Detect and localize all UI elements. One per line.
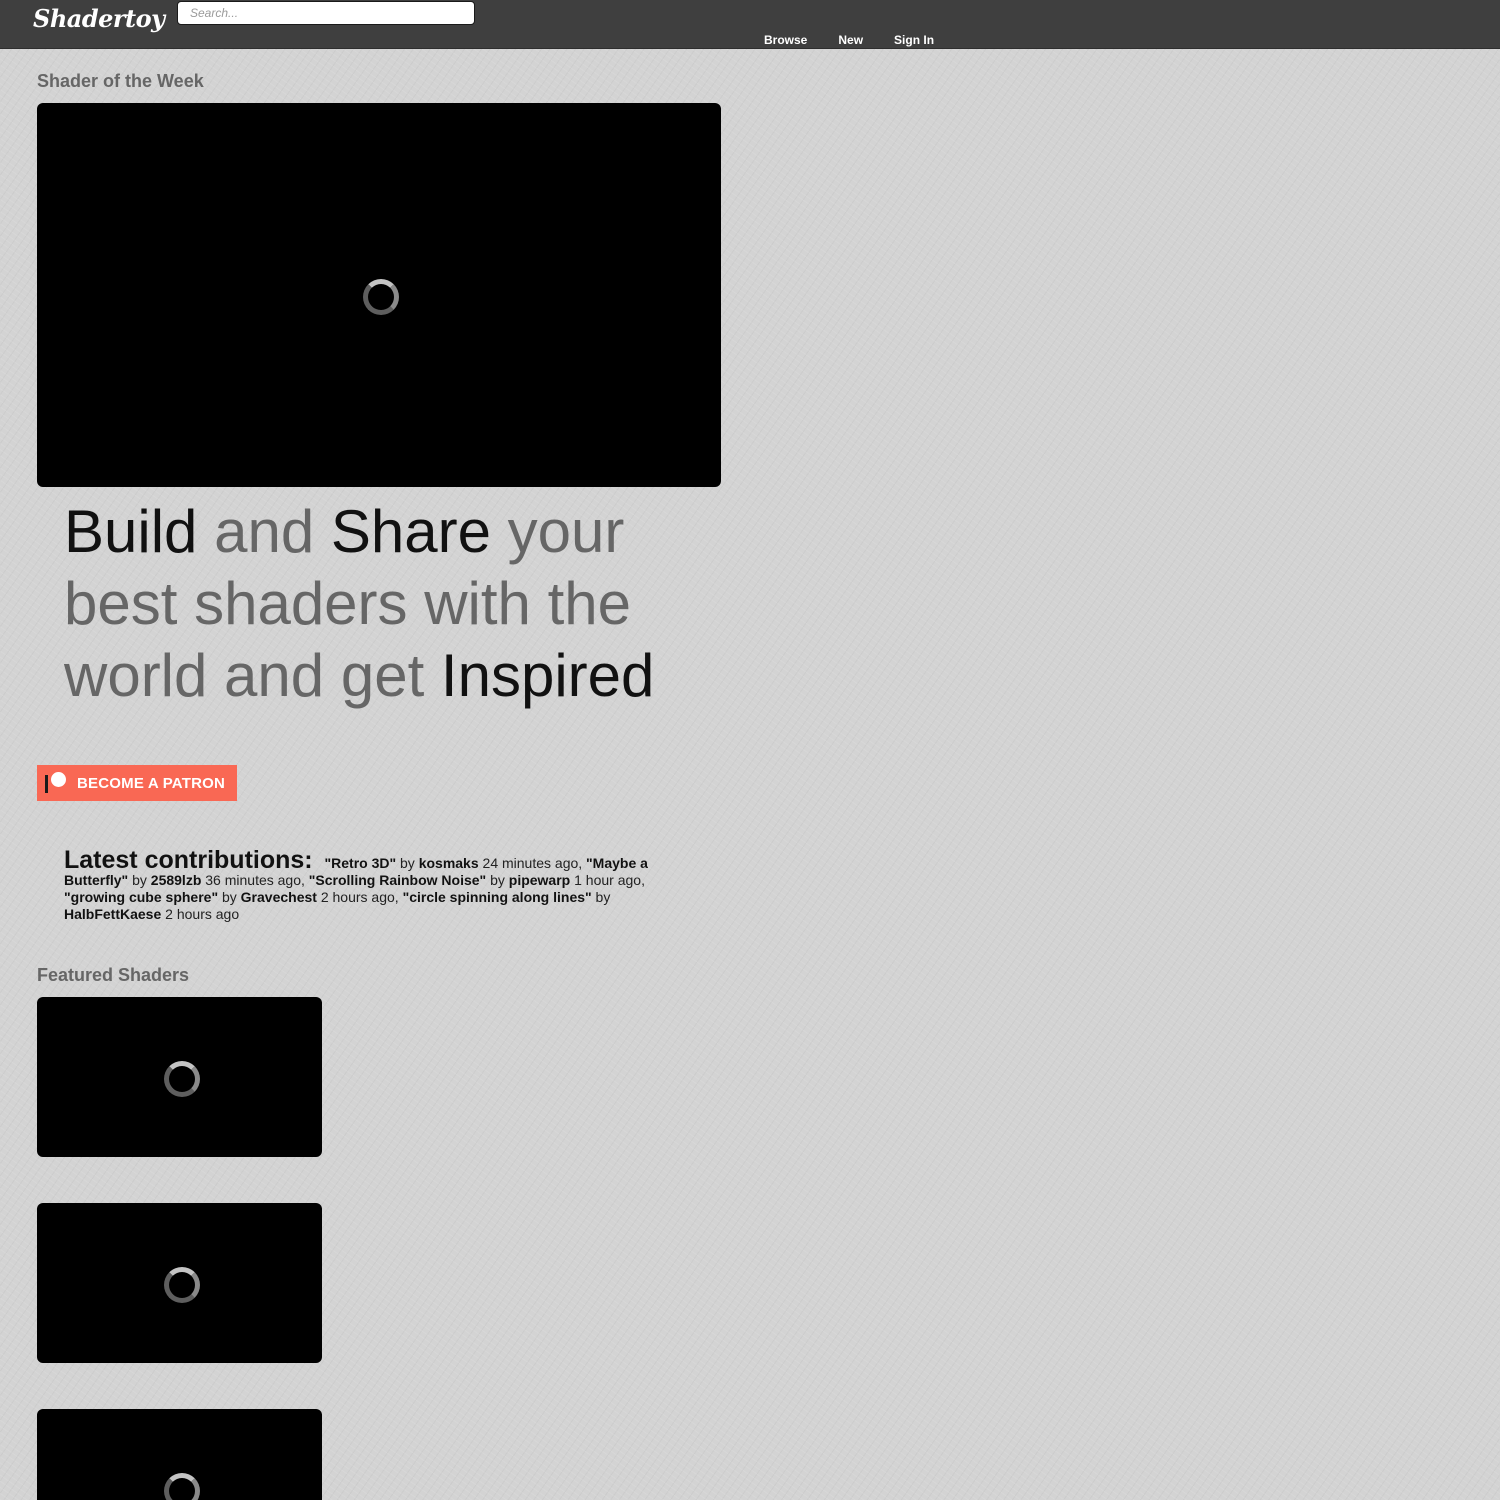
contribution-author-link[interactable]: 2589lzb (151, 872, 202, 888)
contribution-time: 24 minutes ago (482, 855, 579, 871)
featured-shader-thumbnail[interactable] (37, 1409, 322, 1500)
contribution-author-link[interactable]: pipewarp (509, 872, 570, 888)
top-bar: Shadertoy Browse New Sign In (0, 0, 1500, 49)
shadertoy-logo[interactable]: Shadertoy (33, 4, 165, 33)
contribution-author-link[interactable]: kosmaks (419, 855, 479, 871)
nav-new-link[interactable]: New (838, 33, 863, 47)
contribution-time: 2 hours ago (165, 906, 240, 922)
by-label: by (400, 855, 415, 871)
contribution-author-link[interactable]: HalbFettKaese (64, 906, 161, 922)
contribution-time: 1 hour ago (574, 872, 642, 888)
by-label: by (595, 889, 611, 905)
contribution-time: 36 minutes ago (205, 872, 301, 888)
featured-shader-thumbnail[interactable] (37, 997, 322, 1157)
nav-sign-in-link[interactable]: Sign In (894, 33, 934, 47)
featured-shaders-title: Featured Shaders (37, 965, 190, 985)
contribution-author-link[interactable]: Gravechest (241, 889, 317, 905)
tagline: Build and Share your best shaders with t… (64, 496, 704, 712)
nav-browse-link[interactable]: Browse (764, 33, 807, 47)
tagline-word-inspired: Inspired (440, 642, 655, 709)
shader-of-the-week-player[interactable] (37, 103, 721, 487)
become-a-patron-label: BECOME A PATRON (77, 774, 225, 792)
patreon-icon (45, 772, 67, 794)
contribution-shader-link[interactable]: "Retro 3D" (325, 855, 397, 871)
contribution-time: 2 hours ago (320, 889, 395, 905)
contribution-shader-link[interactable]: "circle spinning along lines" (403, 889, 592, 905)
loading-spinner-icon (164, 1473, 200, 1500)
contribution-shader-link[interactable]: "growing cube sphere" (64, 889, 218, 905)
tagline-word-build: Build (64, 498, 198, 565)
loading-spinner-icon (363, 279, 399, 315)
latest-contributions: Latest contributions: "Retro 3D" by kosm… (64, 846, 648, 923)
search-input[interactable] (177, 1, 475, 25)
latest-contributions-title: Latest contributions: (64, 846, 313, 874)
main-nav: Browse New Sign In (764, 33, 934, 47)
become-a-patron-button[interactable]: BECOME A PATRON (37, 765, 237, 801)
tagline-text: and (197, 498, 331, 565)
shader-of-the-week-title: Shader of the Week (37, 71, 204, 91)
by-label: by (490, 872, 505, 888)
loading-spinner-icon (164, 1267, 200, 1303)
featured-shader-thumbnail[interactable] (37, 1203, 322, 1363)
contribution-shader-link[interactable]: "Scrolling Rainbow Noise" (309, 872, 486, 888)
by-label: by (221, 889, 237, 905)
tagline-word-share: Share (330, 498, 491, 565)
loading-spinner-icon (164, 1061, 200, 1097)
by-label: by (132, 872, 147, 888)
